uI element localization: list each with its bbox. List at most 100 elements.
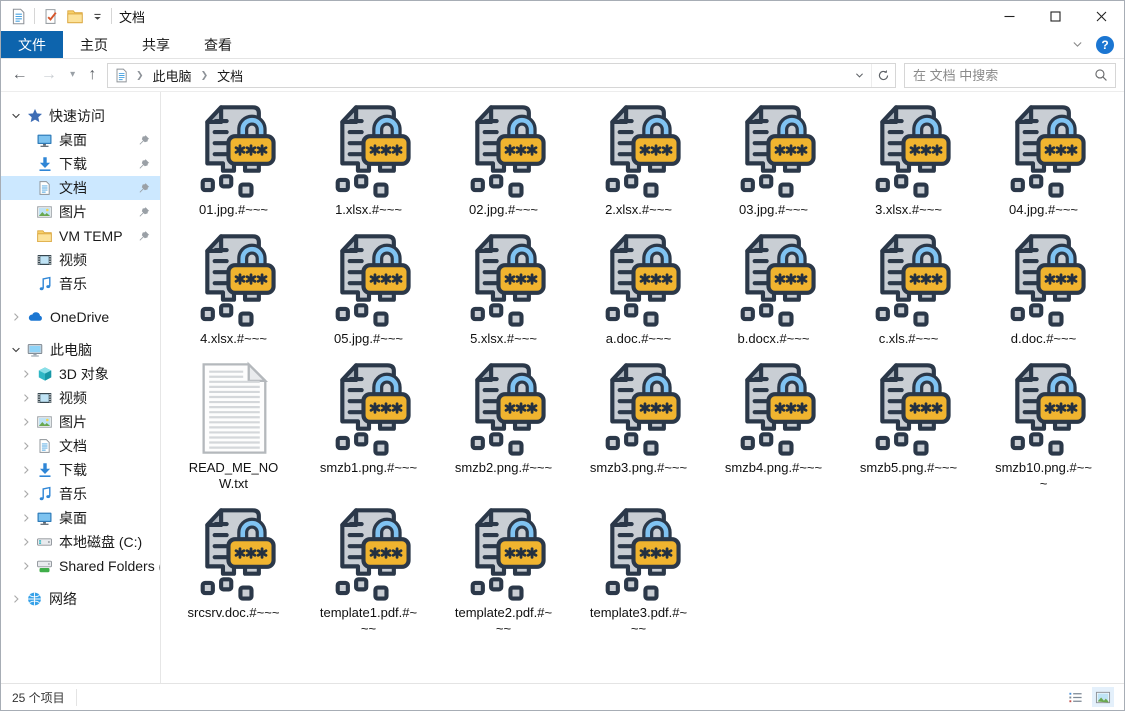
new-folder-icon[interactable] [66, 8, 84, 25]
sidebar-item-vm-temp[interactable]: VM TEMP [1, 224, 160, 248]
file-item[interactable]: 4.xlsx.#~~~ [166, 231, 301, 347]
file-item[interactable]: 04.jpg.#~~~ [976, 102, 1111, 218]
file-item[interactable]: c.xls.#~~~ [841, 231, 976, 347]
sidebar-item-label: 图片 [59, 202, 87, 222]
videos-icon [36, 390, 53, 406]
sidebar-item-onedrive[interactable]: OneDrive [1, 305, 160, 329]
file-item[interactable]: smzb2.png.#~~~ [436, 360, 571, 492]
file-name: template2.pdf.#~~~ [453, 605, 555, 637]
file-item[interactable]: 1.xlsx.#~~~ [301, 102, 436, 218]
refresh-button[interactable] [871, 64, 895, 87]
file-item[interactable]: template1.pdf.#~~~ [301, 505, 436, 637]
file-item[interactable]: template2.pdf.#~~~ [436, 505, 571, 637]
onedrive-icon [26, 309, 44, 325]
tab-file[interactable]: 文件 [1, 31, 63, 58]
thumbnails-view-icon[interactable] [1092, 687, 1114, 707]
breadcrumb-documents[interactable]: 文档 [211, 66, 249, 85]
sidebar-item-label: 桌面 [59, 508, 87, 528]
file-name: d.doc.#~~~ [1011, 331, 1076, 347]
file-item[interactable]: 5.xlsx.#~~~ [436, 231, 571, 347]
main-area: 快速访问桌面下载文档图片VM TEMP视频音乐OneDrive此电脑3D 对象视… [1, 92, 1124, 683]
tab-view[interactable]: 查看 [187, 32, 249, 58]
file-item[interactable]: template3.pdf.#~~~ [571, 505, 706, 637]
file-item[interactable]: smzb5.png.#~~~ [841, 360, 976, 492]
sidebar-item-label: 下载 [59, 154, 87, 174]
pictures-icon [36, 414, 53, 430]
up-button[interactable]: ↑ [88, 67, 96, 83]
file-item[interactable]: 02.jpg.#~~~ [436, 102, 571, 218]
breadcrumb-chevron-icon[interactable]: ❯ [133, 70, 147, 81]
sidebar-item-shared-folders[interactable]: Shared Folders (\\ [1, 554, 160, 578]
tab-share[interactable]: 共享 [125, 32, 187, 58]
sidebar-item-network[interactable]: 网络 [1, 587, 160, 611]
file-item[interactable]: 01.jpg.#~~~ [166, 102, 301, 218]
ribbon-collapse-icon[interactable] [1071, 38, 1084, 51]
sidebar-item-pictures[interactable]: 图片 [1, 200, 160, 224]
file-item[interactable]: d.doc.#~~~ [976, 231, 1111, 347]
file-item[interactable]: 3.xlsx.#~~~ [841, 102, 976, 218]
minimize-button[interactable] [986, 1, 1032, 31]
breadcrumb-chevron-icon[interactable]: ❯ [198, 70, 212, 81]
sidebar-item-quick-access[interactable]: 快速访问 [1, 104, 160, 128]
encrypted-file-icon [593, 360, 685, 457]
sidebar-item-3d-objects[interactable]: 3D 对象 [1, 362, 160, 386]
documents-icon [36, 180, 53, 196]
sidebar-item-downloads[interactable]: 下载 [1, 152, 160, 176]
explorer-document-icon[interactable] [10, 8, 27, 25]
recent-locations-chevron-icon[interactable]: ▾ [70, 70, 75, 80]
maximize-button[interactable] [1032, 1, 1078, 31]
sidebar-item-desktop[interactable]: 桌面 [1, 128, 160, 152]
file-item[interactable]: 2.xlsx.#~~~ [571, 102, 706, 218]
sidebar-item-local-disk-c[interactable]: 本地磁盘 (C:) [1, 530, 160, 554]
file-item[interactable]: smzb10.png.#~~~ [976, 360, 1111, 492]
file-item[interactable]: smzb3.png.#~~~ [571, 360, 706, 492]
network-icon [26, 591, 43, 607]
explorer-window: 文档 文件 主页 共享 查看 ? ← → ▾ ↑ ❯ 此电脑 ❯ 文档 [0, 0, 1125, 711]
close-button[interactable] [1078, 1, 1124, 31]
file-item[interactable]: srcsrv.doc.#~~~ [166, 505, 301, 637]
breadcrumb-this-pc[interactable]: 此电脑 [147, 66, 198, 85]
details-view-icon[interactable] [1064, 687, 1086, 707]
file-item[interactable]: 05.jpg.#~~~ [301, 231, 436, 347]
star-icon [26, 108, 43, 124]
tab-home[interactable]: 主页 [63, 32, 125, 58]
address-bar[interactable]: ❯ 此电脑 ❯ 文档 [107, 63, 896, 88]
file-name: 5.xlsx.#~~~ [470, 331, 537, 347]
help-button[interactable]: ? [1096, 36, 1114, 54]
file-item[interactable]: smzb4.png.#~~~ [706, 360, 841, 492]
properties-check-icon[interactable] [42, 8, 59, 25]
sidebar-item-documents[interactable]: 文档 [1, 176, 160, 200]
chevron-slot [18, 252, 34, 268]
address-dropdown-icon[interactable] [847, 64, 871, 87]
sidebar-item-desktop[interactable]: 桌面 [1, 506, 160, 530]
sidebar-item-music[interactable]: 音乐 [1, 482, 160, 506]
sidebar-item-music[interactable]: 音乐 [1, 272, 160, 296]
sidebar-item-videos[interactable]: 视频 [1, 386, 160, 410]
file-item[interactable]: smzb1.png.#~~~ [301, 360, 436, 492]
file-name: 05.jpg.#~~~ [334, 331, 403, 347]
file-item[interactable]: 03.jpg.#~~~ [706, 102, 841, 218]
navigation-pane: 快速访问桌面下载文档图片VM TEMP视频音乐OneDrive此电脑3D 对象视… [1, 92, 161, 683]
search-icon[interactable] [1094, 68, 1108, 82]
encrypted-file-icon [998, 102, 1090, 199]
encrypted-file-icon [728, 231, 820, 328]
file-item[interactable]: a.doc.#~~~ [571, 231, 706, 347]
forward-button[interactable]: → [41, 67, 57, 83]
separator [34, 8, 35, 24]
file-grid: 01.jpg.#~~~1.xlsx.#~~~ 02.jpg.#~~~ 2.xlsx.… [161, 92, 1124, 683]
separator [76, 689, 77, 706]
drive-icon [36, 534, 53, 550]
file-item[interactable]: READ_ME_NOW.txt [166, 360, 301, 492]
sidebar-item-pictures[interactable]: 图片 [1, 410, 160, 434]
qat-customize-icon[interactable] [91, 10, 104, 23]
sidebar-item-videos[interactable]: 视频 [1, 248, 160, 272]
sidebar-item-downloads[interactable]: 下载 [1, 458, 160, 482]
file-item[interactable]: b.docx.#~~~ [706, 231, 841, 347]
sidebar-item-this-pc[interactable]: 此电脑 [1, 338, 160, 362]
sidebar-item-documents[interactable]: 文档 [1, 434, 160, 458]
file-name: smzb3.png.#~~~ [590, 460, 687, 476]
search-input[interactable] [905, 67, 1094, 84]
file-name: 02.jpg.#~~~ [469, 202, 538, 218]
back-button[interactable]: ← [12, 67, 28, 83]
chevron-right-icon [18, 510, 34, 526]
